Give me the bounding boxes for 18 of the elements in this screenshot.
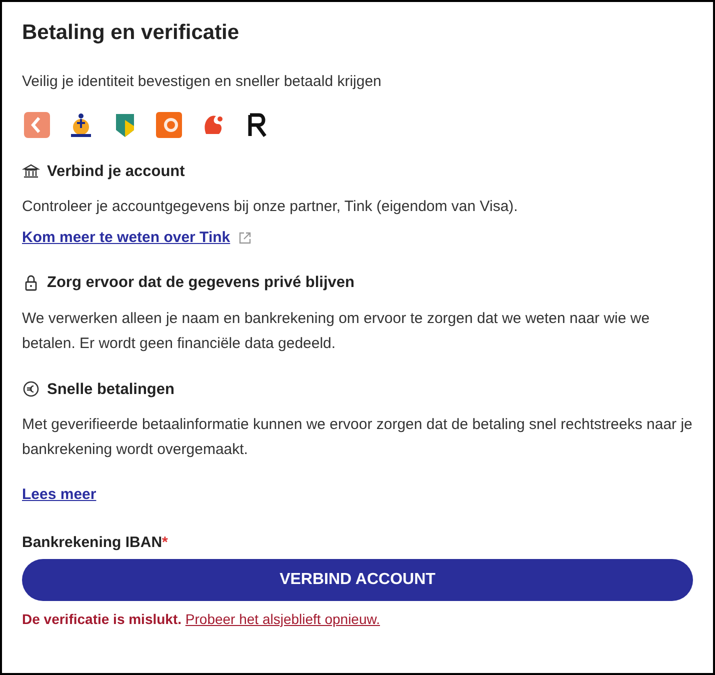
logo-icon bbox=[22, 110, 52, 140]
bank-icon bbox=[22, 162, 40, 180]
external-link-icon bbox=[238, 231, 252, 246]
section-text: We verwerken alleen je naam en bankrekening om ervoor te zorgen dat we weten naar wie we betalen. Er wordt geen financiële data gedeeld. bbox=[22, 308, 651, 354]
subtitle: Veilig je identiteit bevestigen en sneller betaald krijgen bbox=[22, 72, 382, 92]
retry-link[interactable]: Probeer het alsjeblieft opnieuw. bbox=[185, 610, 380, 627]
info-link[interactable]: Kom meer te weten over Tink bbox=[22, 226, 230, 250]
page-title: Betaling en verificatie bbox=[22, 20, 240, 46]
read-more-link[interactable]: Lees meer bbox=[22, 484, 96, 506]
connect-account-button[interactable]: VERBIND ACCOUNT bbox=[22, 558, 693, 601]
error-message: De verificatie is mislukt. Probeer het alsjeblieft opnieuw. bbox=[22, 610, 381, 629]
required-mark: * bbox=[162, 534, 168, 552]
section-heading: Zorg ervoor dat de gegevens privé blijven bbox=[47, 273, 355, 294]
section-text: Controleer je accountgegevens bij onze partner, Tink (eigendom van Visa). bbox=[22, 196, 519, 217]
section-heading: Verbind je account bbox=[47, 162, 185, 182]
section-text: Met geverifieerde betaalinformatie kunnen we ervoor zorgen dat de betaling snel rechtstreeks naar je bankrekening wordt overgemaakt. bbox=[22, 414, 693, 460]
field-label: Bankrekening IBAN bbox=[22, 534, 162, 552]
section-heading: Snelle betalingen bbox=[47, 380, 174, 400]
